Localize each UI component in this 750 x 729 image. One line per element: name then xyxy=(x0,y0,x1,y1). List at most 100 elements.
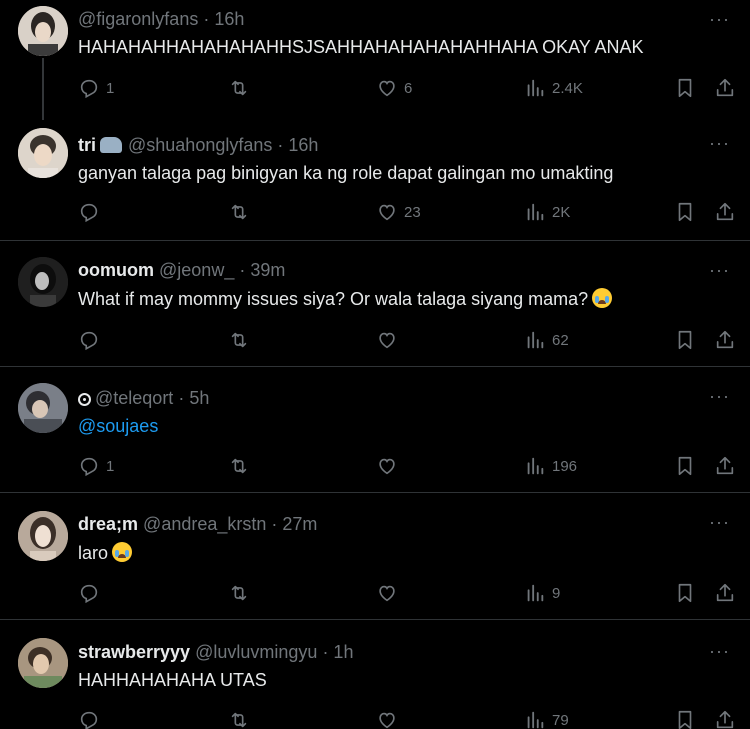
handle[interactable]: @figaronlyfans xyxy=(78,9,198,29)
share-button[interactable] xyxy=(714,581,736,605)
more-options-icon[interactable]: ··· xyxy=(709,642,730,660)
bookmark-icon xyxy=(678,330,692,350)
reply-icon xyxy=(80,331,98,351)
tweet-header: drea;m @andrea_krstn · 27m xyxy=(78,513,317,535)
reply-count: 1 xyxy=(106,457,115,475)
avatar[interactable] xyxy=(18,638,68,688)
views-button[interactable]: 62 xyxy=(524,328,569,352)
tweet-text: ganyan talaga pag binigyan ka ng role da… xyxy=(78,163,614,183)
share-icon xyxy=(716,330,734,349)
retweet-button[interactable] xyxy=(228,76,250,100)
reply-button[interactable] xyxy=(78,708,106,729)
tweet-header: oomuom @jeonw_ · 39m xyxy=(78,259,285,281)
retweet-button[interactable] xyxy=(228,454,250,478)
reply-icon xyxy=(80,584,98,604)
timestamp[interactable]: · 1h xyxy=(322,642,353,662)
more-options-icon[interactable]: ··· xyxy=(709,134,730,152)
action-bar: 1 196 xyxy=(78,454,738,478)
reply-icon xyxy=(80,203,98,223)
share-icon xyxy=(716,78,734,97)
more-options-icon[interactable]: ··· xyxy=(709,387,730,405)
reply-feed: @figaronlyfans · 16h ··· HAHAHAHHAHAHAHA… xyxy=(0,0,750,729)
avatar[interactable] xyxy=(18,257,68,307)
crying-face-emoji-icon xyxy=(112,542,133,562)
retweet-icon xyxy=(231,585,247,601)
retweet-button[interactable] xyxy=(228,200,250,224)
handle[interactable]: @luvluvmingyu xyxy=(195,642,317,662)
timestamp[interactable]: · 27m xyxy=(271,514,317,534)
retweet-button[interactable] xyxy=(228,581,250,605)
more-options-icon[interactable]: ··· xyxy=(709,513,730,531)
more-options-icon[interactable]: ··· xyxy=(709,261,730,279)
bookmark-button[interactable] xyxy=(674,581,696,605)
reply-button[interactable]: 1 xyxy=(78,76,114,100)
display-name[interactable]: drea;m xyxy=(78,514,138,534)
heart-icon xyxy=(379,332,395,349)
like-button[interactable]: 6 xyxy=(376,76,412,100)
timestamp[interactable]: · 16h xyxy=(277,135,318,155)
timestamp[interactable]: · 39m xyxy=(239,260,285,280)
share-button[interactable] xyxy=(714,454,736,478)
like-button[interactable]: 23 xyxy=(376,200,421,224)
like-button[interactable] xyxy=(376,328,404,352)
bookmark-button[interactable] xyxy=(674,200,696,224)
heart-icon xyxy=(379,80,395,97)
tweet-text: HAHHAHAHAHA UTAS xyxy=(78,670,267,690)
timestamp[interactable]: · 16h xyxy=(203,9,244,29)
avatar[interactable] xyxy=(18,383,68,433)
elephant-emoji-icon xyxy=(100,137,122,153)
bookmark-button[interactable] xyxy=(674,708,696,729)
share-button[interactable] xyxy=(714,328,736,352)
reply-button[interactable]: 1 xyxy=(78,454,114,478)
crying-face-emoji-icon xyxy=(592,288,613,308)
tweet-text: What if may mommy issues siya? Or wala t… xyxy=(78,287,613,311)
tweet[interactable]: strawberryyy @luvluvmingyu · 1h ··· HAHH… xyxy=(0,620,750,729)
share-button[interactable] xyxy=(714,708,736,729)
tweet-text-content: laro xyxy=(78,543,109,563)
reply-button[interactable] xyxy=(78,328,106,352)
handle[interactable]: @jeonw_ xyxy=(159,260,234,280)
retweet-button[interactable] xyxy=(228,708,250,729)
like-count: 6 xyxy=(404,79,413,97)
display-name[interactable]: strawberryyy xyxy=(78,642,190,662)
like-button[interactable] xyxy=(376,708,404,729)
tweet[interactable]: oomuom @jeonw_ · 39m ··· What if may mom… xyxy=(0,241,750,367)
handle[interactable]: @andrea_krstn xyxy=(143,514,266,534)
retweet-icon xyxy=(231,712,247,728)
views-icon xyxy=(527,79,544,97)
reply-button[interactable] xyxy=(78,200,106,224)
bookmark-button[interactable] xyxy=(674,454,696,478)
like-button[interactable] xyxy=(376,454,404,478)
views-icon xyxy=(527,457,544,475)
handle[interactable]: @teleqort xyxy=(95,388,173,408)
tweet[interactable]: @figaronlyfans · 16h ··· HAHAHAHHAHAHAHA… xyxy=(0,0,750,120)
retweet-icon xyxy=(231,332,247,348)
timestamp[interactable]: · 5h xyxy=(178,388,209,408)
more-options-icon[interactable]: ··· xyxy=(709,10,730,28)
handle[interactable]: @shuahonglyfans xyxy=(128,135,272,155)
views-button[interactable]: 2.4K xyxy=(524,76,583,100)
tweet[interactable]: tri @shuahonglyfans · 16h ··· ganyan tala… xyxy=(0,118,750,241)
views-button[interactable]: 79 xyxy=(524,708,569,729)
avatar[interactable] xyxy=(18,511,68,561)
avatar[interactable] xyxy=(18,6,68,56)
views-button[interactable]: 9 xyxy=(524,581,560,605)
mention-link[interactable]: @soujaes xyxy=(78,414,158,438)
tweet[interactable]: @teleqort · 5h ··· @soujaes 1 196 xyxy=(0,367,750,493)
bookmark-button[interactable] xyxy=(674,328,696,352)
display-name[interactable]: oomuom xyxy=(78,260,154,280)
bookmark-button[interactable] xyxy=(674,76,696,100)
share-button[interactable] xyxy=(714,200,736,224)
display-name[interactable]: tri xyxy=(78,135,96,155)
avatar[interactable] xyxy=(18,128,68,178)
tweet[interactable]: drea;m @andrea_krstn · 27m ··· laro 9 xyxy=(0,493,750,620)
share-button[interactable] xyxy=(714,76,736,100)
retweet-button[interactable] xyxy=(228,328,250,352)
tweet-text-content: What if may mommy issues siya? Or wala t… xyxy=(78,289,589,309)
views-button[interactable]: 2K xyxy=(524,200,570,224)
reply-button[interactable] xyxy=(78,581,106,605)
bookmark-icon xyxy=(678,78,692,98)
views-button[interactable]: 196 xyxy=(524,454,577,478)
like-button[interactable] xyxy=(376,581,404,605)
views-count: 2K xyxy=(552,203,571,221)
